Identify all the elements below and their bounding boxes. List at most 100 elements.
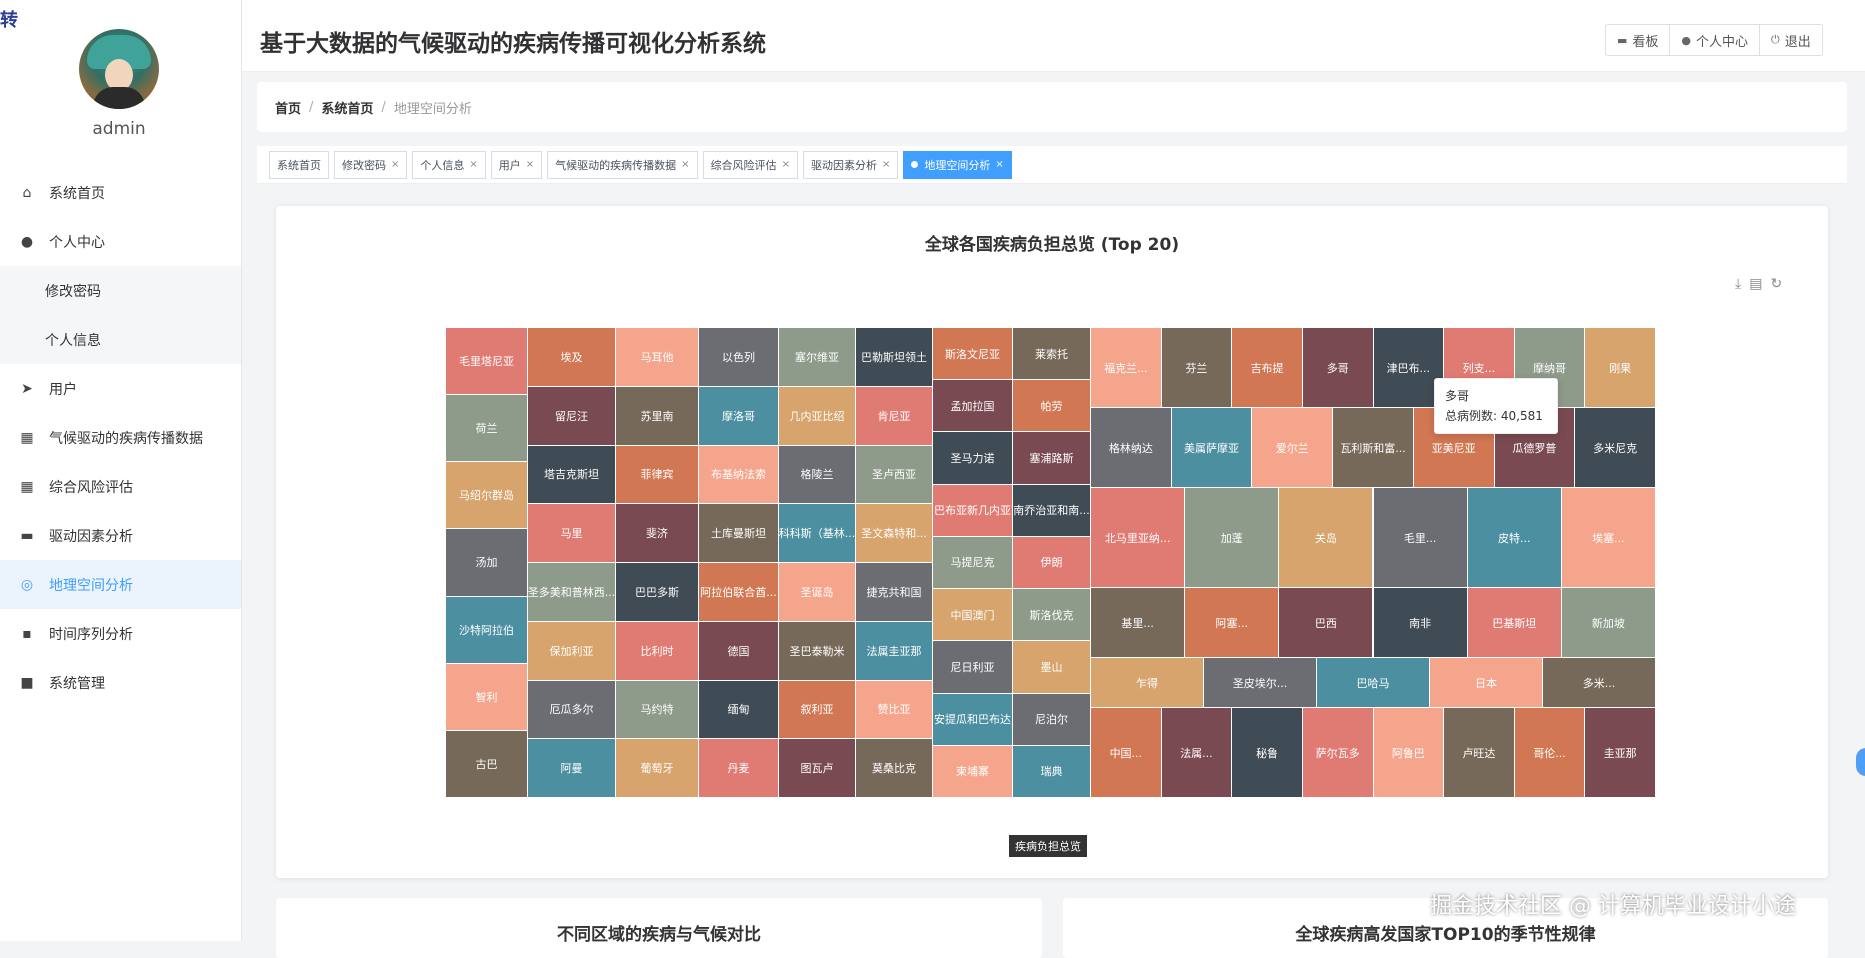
treemap-cell[interactable]: 埃及: [528, 328, 616, 387]
treemap-cell[interactable]: 德国: [699, 621, 779, 681]
treemap-breadcrumb[interactable]: 疾病负担总览: [1009, 835, 1087, 857]
treemap-cell[interactable]: 圣文森特和...: [856, 504, 933, 563]
sidebar-item-users[interactable]: ➤ 用户: [0, 364, 241, 413]
treemap-cell[interactable]: 法属圭亚那: [856, 621, 933, 681]
treemap-cell[interactable]: 巴勒斯坦领土: [856, 328, 933, 387]
treemap-cell[interactable]: 塞浦路斯: [1013, 432, 1091, 485]
sidebar-item-change-password[interactable]: 修改密码: [0, 266, 241, 315]
treemap-cell[interactable]: 墨山: [1013, 641, 1091, 694]
avatar[interactable]: [79, 29, 159, 109]
treemap-cell[interactable]: 以色列: [699, 328, 779, 387]
treemap-cell[interactable]: 北马里亚纳...: [1091, 488, 1186, 588]
treemap-cell[interactable]: 巴西: [1279, 588, 1374, 658]
treemap-cell[interactable]: 汤加: [446, 529, 528, 597]
treemap-cell[interactable]: 智利: [446, 663, 528, 731]
treemap-cell[interactable]: 塞尔维亚: [779, 328, 856, 387]
treemap-cell[interactable]: 巴布亚新几内亚: [933, 484, 1013, 537]
treemap-cell[interactable]: 摩洛哥: [699, 386, 779, 446]
close-icon[interactable]: ×: [469, 159, 477, 170]
sidebar-item-home[interactable]: ⌂ 系统首页: [0, 168, 241, 217]
treemap-cell[interactable]: 安提瓜和巴布达: [933, 693, 1013, 746]
treemap-cell[interactable]: 哥伦...: [1514, 708, 1586, 798]
tab-6[interactable]: 驱动因素分析 ×: [802, 150, 899, 179]
treemap-cell[interactable]: 伊朗: [1013, 536, 1091, 590]
treemap-cell[interactable]: 法属...: [1161, 708, 1233, 798]
tab-5[interactable]: 综合风险评估 ×: [702, 150, 798, 179]
treemap-cell[interactable]: 圣诞岛: [779, 563, 856, 622]
sidebar-item-timeseries[interactable]: ▪ 时间序列分析: [0, 609, 241, 658]
sidebar-item-disease-data[interactable]: ▦ 气候驱动的疾病传播数据: [0, 413, 241, 462]
close-icon[interactable]: ×: [391, 159, 399, 170]
treemap-cell[interactable]: 芬兰: [1161, 328, 1233, 408]
breadcrumb-home[interactable]: 首页: [275, 98, 301, 117]
treemap-cell[interactable]: 阿塞...: [1185, 588, 1280, 658]
refresh-icon[interactable]: ↻: [1770, 276, 1782, 292]
tab-3[interactable]: 用户 ×: [490, 150, 543, 179]
treemap-cell[interactable]: 缅甸: [699, 680, 779, 740]
treemap-cell[interactable]: 丹麦: [699, 739, 779, 798]
treemap-cell[interactable]: 尼泊尔: [1013, 693, 1091, 746]
board-button[interactable]: ▬ 看板: [1606, 25, 1671, 55]
download-icon[interactable]: ⤓: [1735, 276, 1741, 292]
treemap-cell[interactable]: 莱索托: [1013, 328, 1091, 381]
treemap-cell[interactable]: 苏里南: [616, 386, 699, 446]
treemap-cell[interactable]: 刚果: [1585, 328, 1656, 408]
treemap-cell[interactable]: 阿曼: [528, 739, 616, 798]
treemap-cell[interactable]: 土库曼斯坦: [699, 504, 779, 563]
treemap-cell[interactable]: 福克兰...: [1091, 328, 1162, 408]
treemap-cell[interactable]: 萨尔瓦多: [1302, 708, 1374, 798]
treemap-cell[interactable]: 日本: [1430, 658, 1543, 708]
sidebar-item-geo[interactable]: ◎ 地理空间分析: [0, 560, 241, 609]
treemap-cell[interactable]: 圣多美和普林西...: [528, 563, 616, 622]
treemap-cell[interactable]: 毛里塔尼亚: [446, 328, 528, 396]
treemap-cell[interactable]: 爱尔兰: [1252, 408, 1334, 488]
close-icon[interactable]: ×: [882, 159, 890, 170]
treemap-cell[interactable]: 南乔治亚和南...: [1013, 484, 1091, 537]
treemap-cell[interactable]: 几内亚比绍: [779, 386, 856, 446]
treemap-cell[interactable]: 赞比亚: [856, 680, 933, 740]
profile-button[interactable]: ● 个人中心: [1670, 25, 1761, 55]
treemap-cell[interactable]: 中国澳门: [933, 589, 1013, 642]
sidebar-item-profile[interactable]: ● 个人中心: [0, 217, 241, 266]
treemap-cell[interactable]: 孟加拉国: [933, 380, 1013, 433]
treemap-cell[interactable]: 马里: [528, 504, 616, 563]
treemap-cell[interactable]: 肯尼亚: [856, 386, 933, 446]
treemap-cell[interactable]: 吉布提: [1232, 328, 1303, 408]
data-view-icon[interactable]: ▤: [1749, 276, 1762, 292]
breadcrumb-system[interactable]: 系统首页: [321, 98, 373, 117]
tab-1[interactable]: 修改密码 ×: [334, 150, 408, 179]
sidebar-item-drivers[interactable]: ▬ 驱动因素分析: [0, 511, 241, 560]
treemap-cell[interactable]: 圣马力诺: [933, 432, 1013, 485]
treemap-cell[interactable]: 基里...: [1091, 588, 1186, 658]
treemap-cell[interactable]: 巴基斯坦: [1467, 588, 1562, 658]
treemap-cell[interactable]: 斯洛伐克: [1013, 589, 1091, 642]
treemap-cell[interactable]: 科科斯（基林...: [779, 504, 856, 563]
treemap-cell[interactable]: 阿拉伯联合酋...: [699, 563, 779, 622]
treemap-cell[interactable]: 新加坡: [1561, 588, 1656, 658]
treemap-cell[interactable]: 葡萄牙: [616, 739, 699, 798]
treemap-cell[interactable]: 圣巴泰勒米: [779, 621, 856, 681]
treemap-cell[interactable]: 美属萨摩亚: [1171, 408, 1253, 488]
treemap-cell[interactable]: 尼日利亚: [933, 641, 1013, 694]
treemap-cell[interactable]: 沙特阿拉伯: [446, 596, 528, 664]
treemap-cell[interactable]: 图瓦卢: [779, 739, 856, 798]
floating-handle[interactable]: [1856, 748, 1865, 776]
treemap-cell[interactable]: 布基纳法索: [699, 445, 779, 505]
treemap-cell[interactable]: 格陵兰: [779, 445, 856, 505]
treemap-cell[interactable]: 埃塞...: [1561, 488, 1656, 588]
close-icon[interactable]: ×: [995, 159, 1003, 170]
sidebar-item-risk[interactable]: ▦ 综合风险评估: [0, 462, 241, 511]
treemap-cell[interactable]: 马约特: [616, 680, 699, 740]
treemap-cell[interactable]: 菲律宾: [616, 445, 699, 505]
treemap-cell[interactable]: 比利时: [616, 621, 699, 681]
logout-button[interactable]: ⏻ 退出: [1760, 25, 1822, 55]
treemap-cell[interactable]: 关岛: [1279, 488, 1374, 588]
treemap-cell[interactable]: 马耳他: [616, 328, 699, 387]
treemap-cell[interactable]: 圣卢西亚: [856, 445, 933, 505]
treemap-cell[interactable]: 瓦利斯和富...: [1333, 408, 1414, 488]
treemap-cell[interactable]: 瑞典: [1013, 745, 1091, 798]
treemap-cell[interactable]: 保加利亚: [528, 621, 616, 681]
treemap-cell[interactable]: 柬埔寨: [933, 745, 1013, 798]
treemap-cell[interactable]: 卢旺达: [1444, 708, 1515, 798]
treemap-cell[interactable]: 多米...: [1543, 658, 1656, 708]
